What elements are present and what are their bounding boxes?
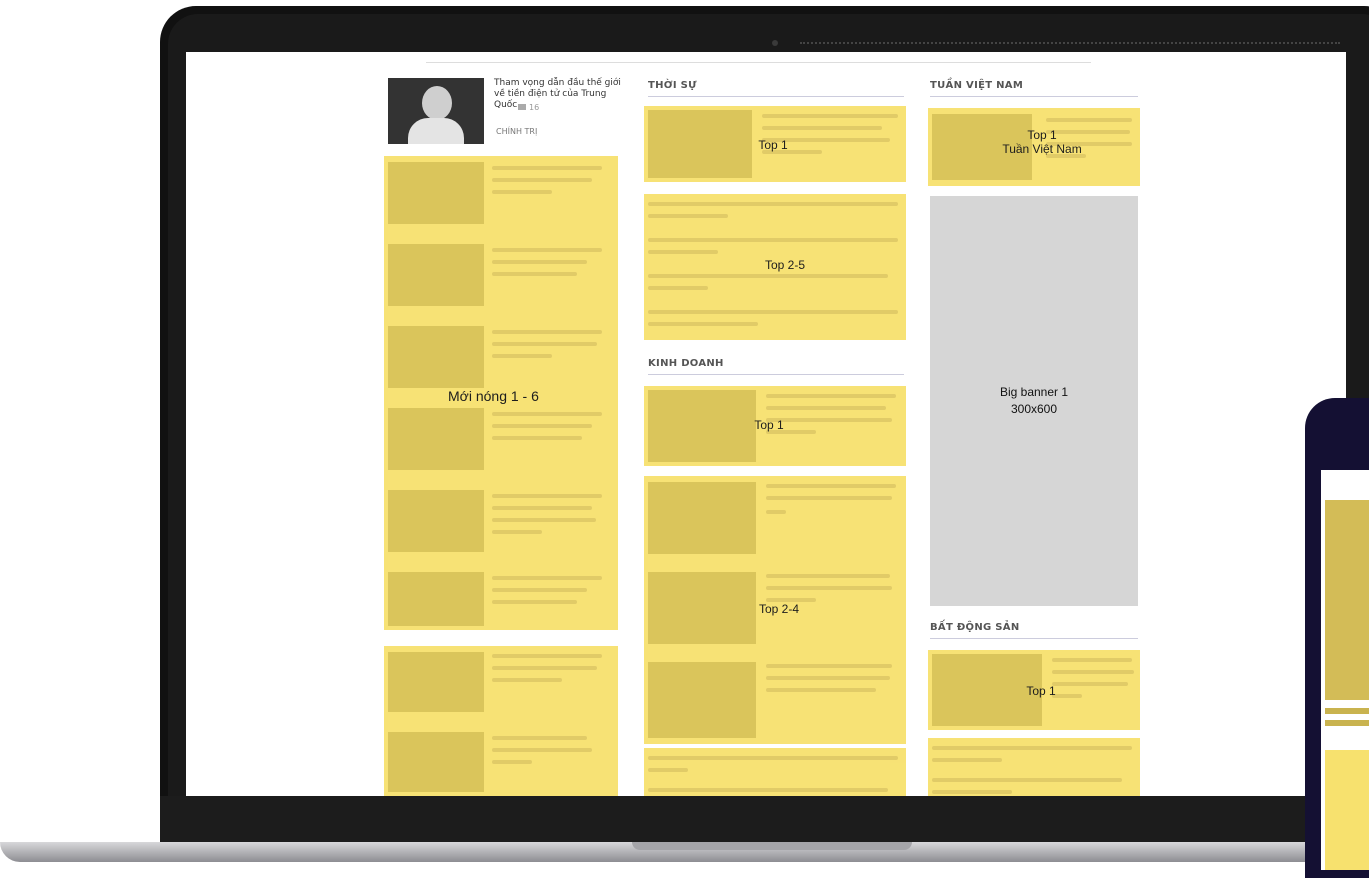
section-divider bbox=[648, 96, 904, 97]
list-item-thumbnail[interactable] bbox=[388, 490, 484, 552]
bat-dong-san-top1-block: Top 1 bbox=[928, 650, 1140, 730]
list-item[interactable] bbox=[1046, 118, 1132, 122]
list-item[interactable] bbox=[492, 166, 602, 170]
feature-category[interactable]: CHÍNH TRỊ bbox=[496, 127, 537, 136]
label-line: Tuần Việt Nam bbox=[1002, 142, 1082, 156]
list-item[interactable] bbox=[648, 202, 898, 206]
tuan-viet-nam-top1-block: Top 1 Tuần Việt Nam bbox=[928, 108, 1140, 186]
phone-screen bbox=[1321, 470, 1369, 870]
section-title-tuan-viet-nam[interactable]: TUẦN VIỆT NAM bbox=[930, 80, 1023, 91]
label-line: Top 1 bbox=[1027, 128, 1057, 142]
tuan-viet-nam-top1-label: Top 1 Tuần Việt Nam bbox=[998, 128, 1086, 156]
kinh-doanh-more-block bbox=[644, 748, 906, 796]
section-divider bbox=[930, 638, 1138, 639]
list-item[interactable] bbox=[648, 756, 898, 760]
big-banner[interactable]: Big banner 1 300x600 bbox=[930, 196, 1138, 606]
list-item-thumbnail[interactable] bbox=[648, 662, 756, 738]
list-item[interactable] bbox=[1052, 658, 1132, 662]
bat-dong-san-top1-label: Top 1 bbox=[1026, 684, 1056, 698]
label-line: 300x600 bbox=[1010, 402, 1058, 416]
list-item-thumbnail[interactable] bbox=[388, 326, 484, 388]
list-item-thumbnail[interactable] bbox=[648, 572, 756, 644]
thoi-su-top1-label: Top 1 bbox=[758, 138, 788, 152]
comment-count-value: 16 bbox=[529, 103, 540, 112]
list-item[interactable] bbox=[766, 664, 892, 668]
list-item-thumbnail[interactable] bbox=[388, 162, 484, 224]
list-item-thumbnail[interactable] bbox=[388, 652, 484, 712]
kinh-doanh-top24-label: Top 2-4 bbox=[758, 602, 800, 616]
list-item-thumbnail[interactable] bbox=[388, 732, 484, 792]
list-item[interactable] bbox=[766, 574, 890, 578]
phone-highlight bbox=[1325, 750, 1369, 870]
phone-text-line bbox=[1325, 708, 1369, 714]
list-item[interactable] bbox=[492, 654, 602, 658]
bat-dong-san-more-block bbox=[928, 738, 1140, 796]
list-item[interactable] bbox=[492, 412, 602, 416]
list-item[interactable] bbox=[932, 778, 1122, 782]
moi-nong-label: Mới nóng 1 - 6 bbox=[448, 388, 539, 404]
feature-thumbnail[interactable] bbox=[388, 78, 484, 144]
comment-icon bbox=[518, 104, 526, 110]
list-item[interactable] bbox=[762, 114, 898, 118]
list-item[interactable] bbox=[492, 330, 602, 334]
laptop-notch bbox=[632, 842, 912, 850]
list-item[interactable] bbox=[766, 484, 896, 488]
phone-text-line bbox=[1325, 720, 1369, 726]
list-item[interactable] bbox=[492, 576, 602, 580]
camera-icon bbox=[772, 40, 778, 46]
list-item-thumbnail[interactable] bbox=[388, 572, 484, 626]
list-item[interactable] bbox=[766, 394, 896, 398]
list-item[interactable] bbox=[492, 494, 602, 498]
kinh-doanh-top1-label: Top 1 bbox=[754, 418, 784, 432]
kinh-doanh-top24-block: Top 2-4 bbox=[644, 476, 906, 744]
section-title-kinh-doanh[interactable]: KINH DOANH bbox=[648, 358, 724, 369]
feature-title[interactable]: Tham vọng dẫn đầu thế giới về tiền điện … bbox=[494, 78, 626, 111]
list-item-thumbnail[interactable] bbox=[648, 482, 756, 554]
phone-image bbox=[1325, 500, 1369, 700]
thoi-su-top1-block: Top 1 bbox=[644, 106, 906, 182]
kinh-doanh-top1-block: Top 1 bbox=[644, 386, 906, 466]
list-item-thumbnail[interactable] bbox=[648, 390, 756, 462]
list-item-thumbnail[interactable] bbox=[388, 244, 484, 306]
comment-count: 16 bbox=[518, 103, 539, 112]
list-item[interactable] bbox=[492, 736, 587, 740]
list-item[interactable] bbox=[492, 248, 602, 252]
thoi-su-top25-label: Top 2-5 bbox=[764, 258, 806, 272]
section-divider bbox=[648, 374, 904, 375]
banner-label: Big banner 1 300x600 bbox=[930, 384, 1138, 418]
list-item[interactable] bbox=[648, 238, 898, 242]
list-item-thumbnail[interactable] bbox=[648, 110, 752, 178]
page-top-divider bbox=[426, 62, 1091, 63]
list-item-thumbnail[interactable] bbox=[388, 408, 484, 470]
section-divider bbox=[930, 96, 1138, 97]
decorative-dots bbox=[800, 42, 1340, 46]
label-line: Big banner 1 bbox=[999, 385, 1069, 399]
list-item[interactable] bbox=[932, 746, 1132, 750]
laptop-screen: Tham vọng dẫn đầu thế giới về tiền điện … bbox=[186, 52, 1346, 796]
laptop-bottom-bezel bbox=[160, 796, 1369, 842]
section-title-bat-dong-san[interactable]: BẤT ĐỘNG SẢN bbox=[930, 622, 1020, 633]
thoi-su-top25-block: Top 2-5 bbox=[644, 194, 906, 340]
list-item[interactable] bbox=[648, 274, 888, 278]
section-title-thoi-su[interactable]: THỜI SỰ bbox=[648, 80, 697, 91]
list-item[interactable] bbox=[648, 310, 898, 314]
moi-nong-block: Mới nóng 1 - 6 bbox=[384, 156, 618, 630]
moi-nong-more-block bbox=[384, 646, 618, 796]
